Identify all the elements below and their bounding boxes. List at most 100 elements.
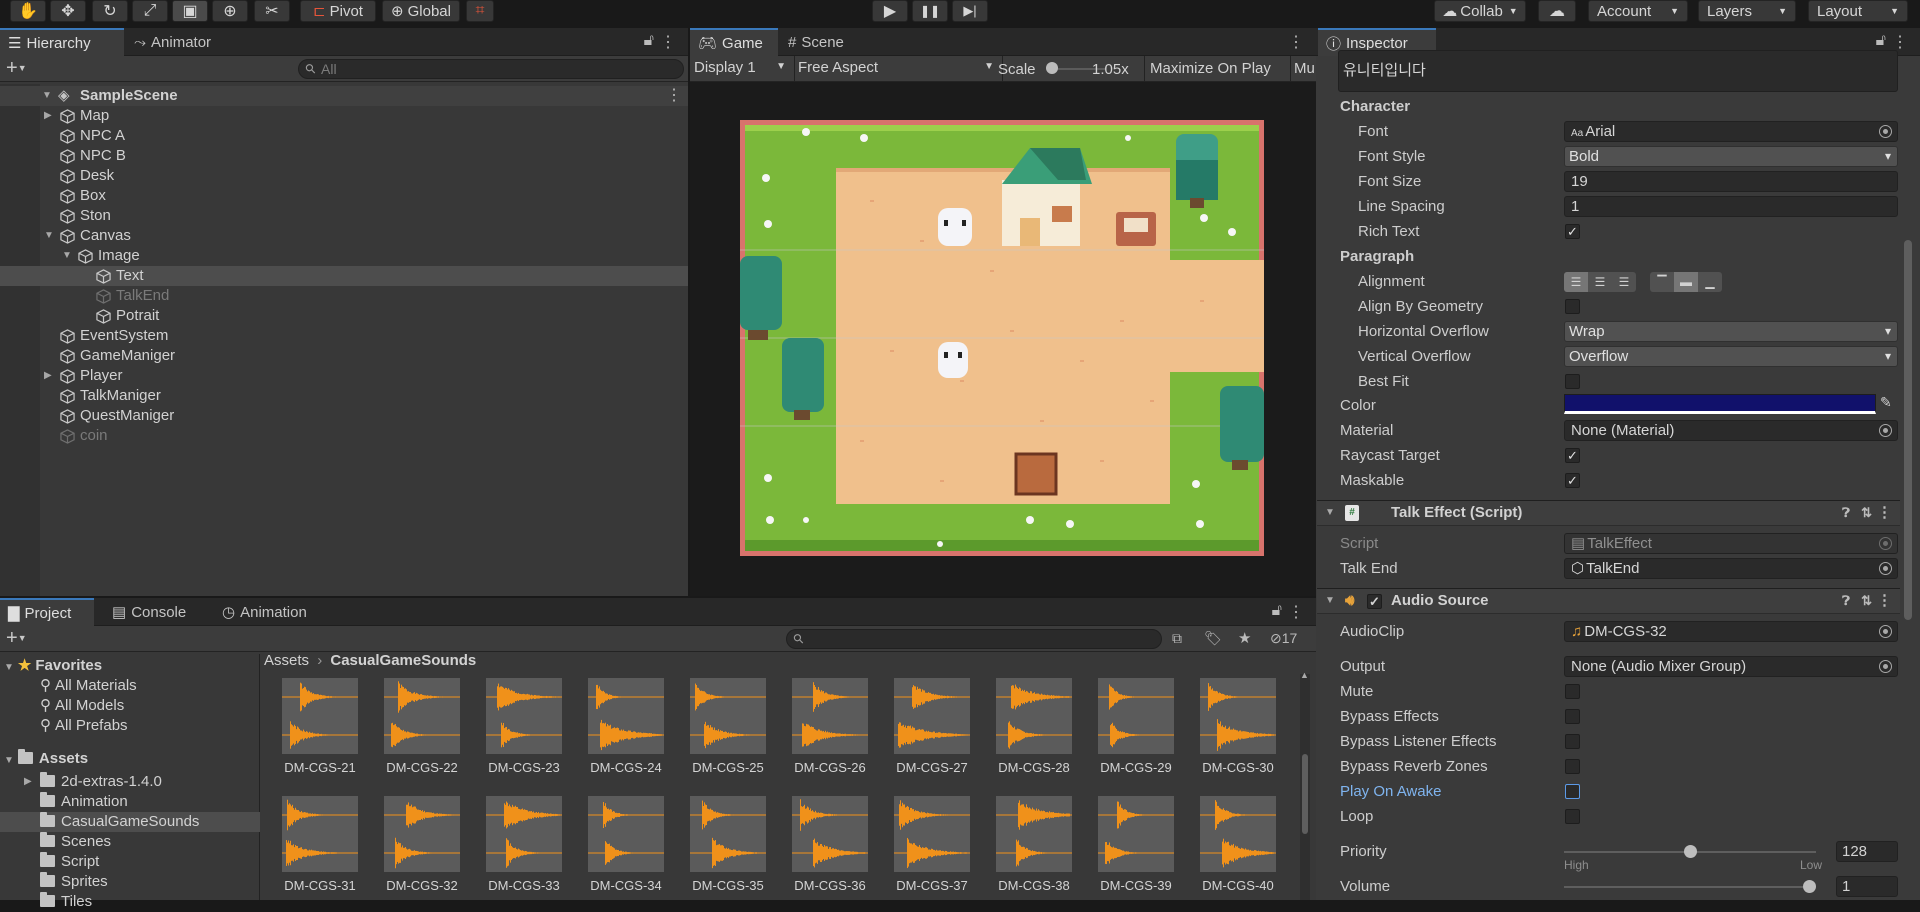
presets-icon[interactable]: ⇅ [1861, 589, 1872, 613]
more-options-icon[interactable]: ⋮ [1892, 32, 1908, 52]
object-picker-icon[interactable] [1879, 660, 1892, 673]
talk-end-field[interactable]: ⬡ TalkEnd [1564, 558, 1898, 579]
help-icon[interactable]: ❓︎ [1842, 501, 1850, 525]
audio-clip-thumbnail[interactable] [996, 678, 1072, 754]
hierarchy-item[interactable]: Box [0, 186, 688, 206]
object-picker-icon[interactable] [1879, 562, 1892, 575]
volume-slider-thumb[interactable] [1803, 880, 1816, 893]
tab-animator[interactable]: ⤳ Animator [126, 28, 236, 56]
breadcrumb-assets[interactable]: Assets [264, 652, 309, 669]
component-menu-icon[interactable]: ⋮ [1877, 589, 1892, 613]
raycast-target-checkbox[interactable]: ✓ [1565, 448, 1580, 463]
expand-arrow-icon[interactable]: ▶ [44, 106, 52, 126]
audio-clip-thumbnail[interactable] [1098, 678, 1174, 754]
tab-console[interactable]: ▤ Console [104, 598, 204, 626]
output-field[interactable]: None (Audio Mixer Group) [1564, 656, 1898, 677]
audio-clip-thumbnail[interactable] [588, 796, 664, 872]
collab-button[interactable]: ☁ Collab ▼ [1434, 0, 1526, 22]
custom-tool-icon[interactable]: ✂ [254, 0, 290, 22]
audio-clip-thumbnail[interactable] [1200, 678, 1276, 754]
more-options-icon[interactable]: ⋮ [1288, 32, 1304, 52]
object-picker-icon[interactable] [1879, 125, 1892, 138]
collapse-arrow-icon[interactable]: ▼ [1325, 589, 1335, 613]
hierarchy-search-input[interactable]: All [298, 59, 684, 79]
hierarchy-item[interactable]: TalkEnd [0, 286, 688, 306]
asset-folder-item[interactable]: ▶ 2d-extras-1.4.0 [0, 772, 260, 792]
mute-checkbox[interactable] [1565, 684, 1580, 699]
presets-icon[interactable]: ⇅ [1861, 501, 1872, 525]
add-icon[interactable]: +▼ [6, 627, 27, 650]
add-icon[interactable]: +▼ [6, 57, 27, 80]
rich-text-checkbox[interactable]: ✓ [1565, 224, 1580, 239]
align-right-icon[interactable]: ☰ [1612, 272, 1636, 292]
hierarchy-item[interactable]: ▼ Image [0, 246, 688, 266]
maskable-checkbox[interactable]: ✓ [1565, 473, 1580, 488]
play-on-awake-checkbox[interactable] [1565, 784, 1580, 799]
audio-clip-thumbnail[interactable] [1098, 796, 1174, 872]
object-picker-icon[interactable] [1879, 625, 1892, 638]
help-icon[interactable]: ❓︎ [1842, 589, 1850, 613]
audio-clip-thumbnail[interactable] [690, 678, 766, 754]
priority-slider-thumb[interactable] [1684, 845, 1697, 858]
audio-clip-thumbnail[interactable] [690, 796, 766, 872]
hierarchy-item[interactable]: coin [0, 426, 688, 446]
assets-header[interactable]: ▼ Assets [4, 749, 88, 767]
audio-clip-thumbnail[interactable] [588, 678, 664, 754]
collapse-arrow-icon[interactable]: ▼ [1325, 501, 1335, 525]
lock-icon[interactable]: 🔓︎ [1272, 602, 1282, 620]
volume-slider-track[interactable] [1564, 886, 1816, 888]
pause-button[interactable]: ❚❚ [912, 0, 948, 22]
favorite-all-prefabs[interactable]: ⚲ All Prefabs [40, 716, 128, 734]
more-options-icon[interactable]: ⋮ [1288, 602, 1304, 622]
favorite-all-materials[interactable]: ⚲ All Materials [40, 676, 137, 694]
account-dropdown[interactable]: Account ▼ [1588, 0, 1688, 22]
mute-audio-toggle[interactable]: Mu [1294, 60, 1316, 77]
audio-clip-thumbnail[interactable] [894, 796, 970, 872]
color-swatch[interactable] [1564, 394, 1876, 414]
align-top-icon[interactable]: ▔ [1650, 272, 1674, 292]
project-search-input[interactable] [786, 629, 1162, 649]
hierarchy-item[interactable]: EventSystem [0, 326, 688, 346]
hierarchy-item[interactable]: Potrait [0, 306, 688, 326]
favorite-star-icon[interactable]: ★ [1238, 629, 1251, 647]
hierarchy-item[interactable]: Desk [0, 166, 688, 186]
global-button[interactable]: ⊕ Global [382, 0, 460, 22]
asset-grid-scrollbar[interactable] [1300, 674, 1310, 900]
font-style-dropdown[interactable]: Bold [1564, 146, 1898, 167]
align-bottom-icon[interactable]: ▁ [1698, 272, 1722, 292]
favorites-header[interactable]: ▼ ★ Favorites [4, 656, 102, 674]
breadcrumb-current[interactable]: CasualGameSounds [330, 652, 476, 669]
hierarchy-item[interactable]: NPC B [0, 146, 688, 166]
tab-hierarchy[interactable]: ☰ Hierarchy [0, 28, 124, 56]
audio-clip-thumbnail[interactable] [384, 678, 460, 754]
asset-folder-item[interactable]: Sprites [0, 872, 260, 892]
volume-field[interactable]: 1 [1836, 876, 1898, 897]
audio-clip-thumbnail[interactable] [384, 796, 460, 872]
asset-folder-item[interactable]: Script [0, 852, 260, 872]
hierarchy-item[interactable]: QuestManiger [0, 406, 688, 426]
scale-tool-icon[interactable]: ⤢ [132, 0, 168, 22]
loop-checkbox[interactable] [1565, 809, 1580, 824]
asset-folder-item[interactable]: Tiles [0, 892, 260, 912]
best-fit-checkbox[interactable] [1565, 374, 1580, 389]
step-button[interactable]: ▶| [952, 0, 988, 22]
align-middle-icon[interactable]: ▬ [1674, 272, 1698, 292]
bypass-effects-checkbox[interactable] [1565, 709, 1580, 724]
asset-folder-item[interactable]: Scenes [0, 832, 260, 852]
hierarchy-item[interactable]: ▶ Player [0, 366, 688, 386]
rect-tool-icon[interactable]: ▣ [172, 0, 208, 22]
material-field[interactable]: None (Material) [1564, 420, 1898, 441]
object-picker-icon[interactable] [1879, 424, 1892, 437]
audio-clip-thumbnail[interactable] [486, 796, 562, 872]
align-center-icon[interactable]: ☰ [1588, 272, 1612, 292]
line-spacing-field[interactable]: 1 [1564, 196, 1898, 217]
hierarchy-item[interactable]: ▶ Map [0, 106, 688, 126]
talk-effect-component-header[interactable]: ▼ # Talk Effect (Script) ❓︎ ⇅ ⋮ [1317, 500, 1900, 526]
layers-dropdown[interactable]: Layers ▼ [1698, 0, 1796, 22]
maximize-on-play-toggle[interactable]: Maximize On Play [1150, 60, 1271, 77]
hierarchy-item[interactable]: NPC A [0, 126, 688, 146]
aspect-dropdown[interactable]: Free Aspect ▼ [794, 59, 1000, 76]
audio-clip-thumbnail[interactable] [792, 796, 868, 872]
expand-arrow-icon[interactable]: ▼ [42, 86, 52, 106]
hierarchy-item[interactable]: Ston [0, 206, 688, 226]
